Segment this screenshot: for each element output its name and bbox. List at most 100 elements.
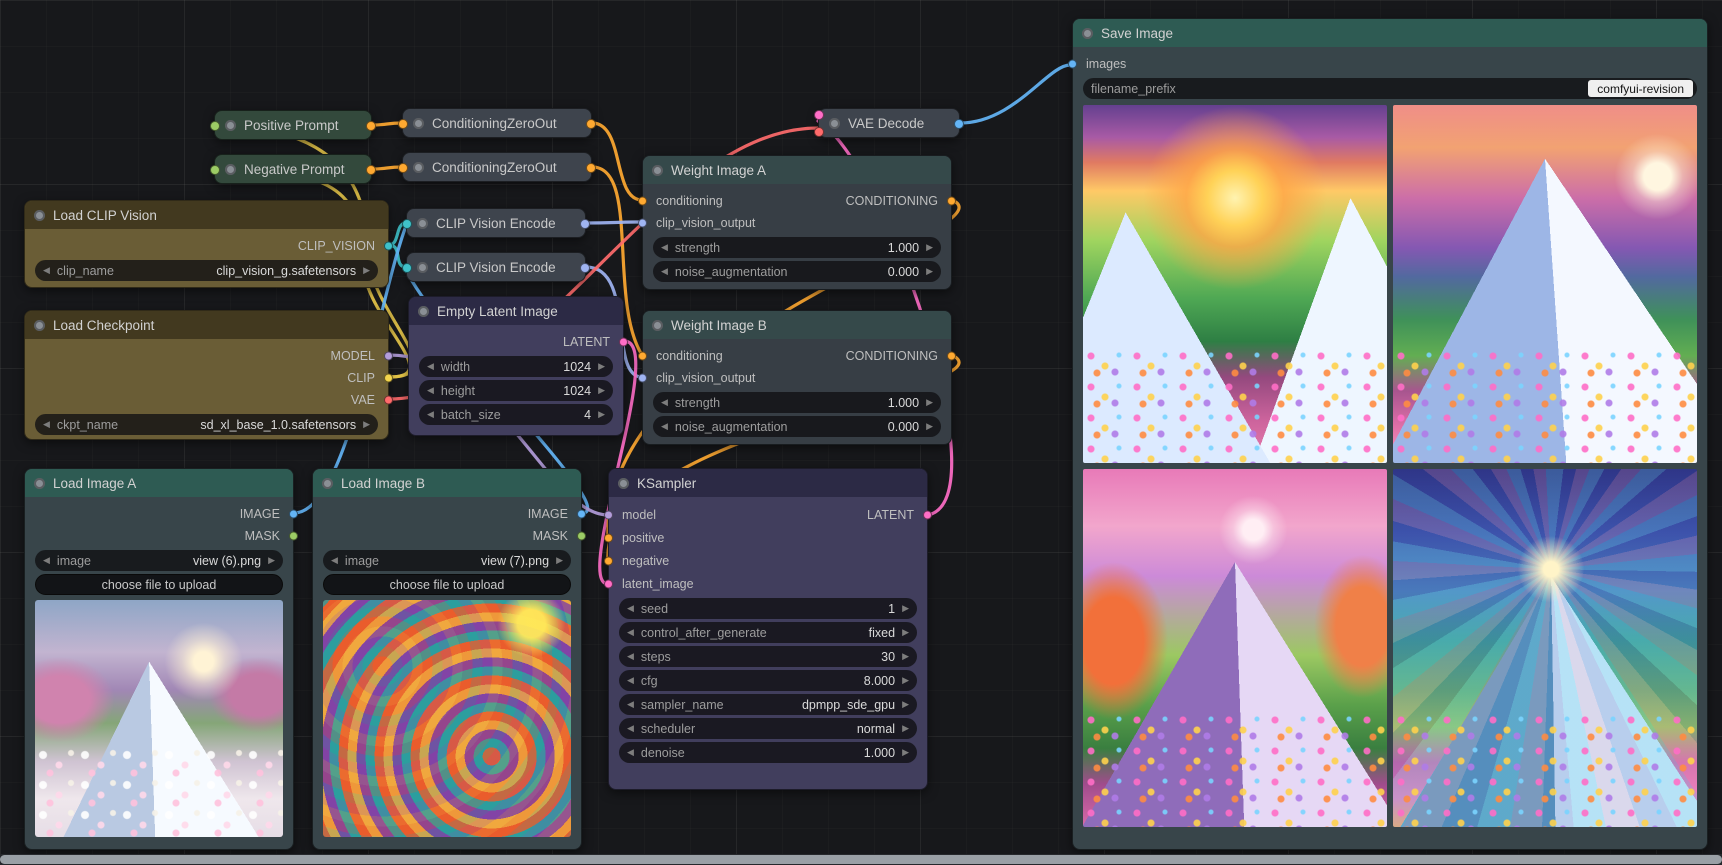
denoise-widget[interactable]: ◀ denoise 1.000 ▶ [619,742,917,763]
height-widget[interactable]: ◀ height 1024 ▶ [419,380,613,401]
collapse-dot-icon[interactable] [34,320,45,331]
node-header[interactable]: Load Image A [25,469,293,497]
collapse-dot-icon[interactable] [652,320,663,331]
clip-input-dot[interactable] [210,121,220,131]
increment-arrow-icon[interactable]: ▶ [926,398,933,407]
clip-output-dot[interactable] [384,374,393,383]
decrement-arrow-icon[interactable]: ◀ [661,243,668,252]
node-ksampler[interactable]: KSampler model LATENT positive negative … [608,468,928,790]
input-slot-latent-image[interactable]: latent_image [609,572,927,595]
decrement-arrow-icon[interactable]: ◀ [427,410,434,419]
conditioning-output-dot[interactable] [366,165,376,175]
increment-arrow-icon[interactable]: ▶ [926,267,933,276]
collapse-dot-icon[interactable] [34,478,45,489]
seed-widget[interactable]: ◀ seed 1 ▶ [619,598,917,619]
noise-augmentation-widget[interactable]: ◀ noise_augmentation 0.000 ▶ [653,416,941,437]
increment-arrow-icon[interactable]: ▶ [926,243,933,252]
output-slot-clip-vision[interactable]: CLIP_VISION [25,235,388,257]
samples-input-dot[interactable] [814,110,824,120]
node-weight-image-a[interactable]: Weight Image A conditioning CONDITIONING… [642,155,952,290]
clip-vision-input-dot[interactable] [402,219,412,229]
increment-arrow-icon[interactable]: ▶ [902,604,909,613]
decrement-arrow-icon[interactable]: ◀ [627,604,634,613]
node-clip-vision-encode-1[interactable]: CLIP Vision Encode [406,208,586,238]
slot-row-conditioning[interactable]: conditioning CONDITIONING [643,345,951,367]
conditioning-input-dot[interactable] [398,163,408,173]
increment-arrow-icon[interactable]: ▶ [926,422,933,431]
node-clip-vision-encode-2[interactable]: CLIP Vision Encode [406,252,586,282]
decrement-arrow-icon[interactable]: ◀ [331,556,338,565]
positive-input-dot[interactable] [604,533,613,542]
input-slot-clip-vision-output[interactable]: clip_vision_output [643,367,951,389]
decrement-arrow-icon[interactable]: ◀ [661,267,668,276]
increment-arrow-icon[interactable]: ▶ [902,628,909,637]
collapse-dot-icon[interactable] [417,262,428,273]
decrement-arrow-icon[interactable]: ◀ [627,652,634,661]
input-slot-negative[interactable]: negative [609,549,927,572]
increment-arrow-icon[interactable]: ▶ [268,556,275,565]
collapse-dot-icon[interactable] [413,162,424,173]
node-header[interactable]: Empty Latent Image [409,297,623,325]
decrement-arrow-icon[interactable]: ◀ [427,386,434,395]
increment-arrow-icon[interactable]: ▶ [598,386,605,395]
input-slot-clip-vision-output[interactable]: clip_vision_output [643,212,951,234]
node-header[interactable]: KSampler [609,469,927,497]
node-header[interactable]: Save Image [1073,19,1707,47]
increment-arrow-icon[interactable]: ▶ [598,410,605,419]
node-load-checkpoint[interactable]: Load Checkpoint MODEL CLIP VAE ◀ ckpt_na… [24,310,389,440]
decrement-arrow-icon[interactable]: ◀ [627,700,634,709]
negative-input-dot[interactable] [604,556,613,565]
increment-arrow-icon[interactable]: ▶ [902,700,909,709]
clip-name-widget[interactable]: ◀ clip_name clip_vision_g.safetensors ▶ [35,260,378,281]
decrement-arrow-icon[interactable]: ◀ [627,676,634,685]
sampler-name-widget[interactable]: ◀ sampler_name dpmpp_sde_gpu ▶ [619,694,917,715]
slot-row-model[interactable]: model LATENT [609,503,927,526]
latent-output-dot[interactable] [923,510,932,519]
output-slot-image[interactable]: IMAGE [313,503,581,525]
images-input-dot[interactable] [1068,60,1077,69]
clip-vision-output-dot[interactable] [384,242,393,251]
collapse-dot-icon[interactable] [322,478,333,489]
increment-arrow-icon[interactable]: ▶ [556,556,563,565]
input-slot-positive[interactable]: positive [609,526,927,549]
scheduler-widget[interactable]: ◀ scheduler normal ▶ [619,718,917,739]
decrement-arrow-icon[interactable]: ◀ [627,748,634,757]
conditioning-output-dot[interactable] [947,197,956,206]
clip-input-dot[interactable] [210,165,220,175]
clip-vision-output-dot[interactable] [580,263,590,273]
node-weight-image-b[interactable]: Weight Image B conditioning CONDITIONING… [642,310,952,445]
collapse-dot-icon[interactable] [417,218,428,229]
image-output-dot[interactable] [577,510,586,519]
conditioning-output-dot[interactable] [586,163,596,173]
node-empty-latent-image[interactable]: Empty Latent Image LATENT ◀ width 1024 ▶… [408,296,624,436]
mask-output-dot[interactable] [577,532,586,541]
noise-augmentation-widget[interactable]: ◀ noise_augmentation 0.000 ▶ [653,261,941,282]
collapse-dot-icon[interactable] [1082,28,1093,39]
conditioning-output-dot[interactable] [586,119,596,129]
decrement-arrow-icon[interactable]: ◀ [43,266,50,275]
increment-arrow-icon[interactable]: ▶ [902,652,909,661]
increment-arrow-icon[interactable]: ▶ [363,266,370,275]
strength-widget[interactable]: ◀ strength 1.000 ▶ [653,237,941,258]
strength-widget[interactable]: ◀ strength 1.000 ▶ [653,392,941,413]
node-header[interactable]: Weight Image B [643,311,951,339]
collapse-dot-icon[interactable] [413,118,424,129]
output-slot-model[interactable]: MODEL [25,345,388,367]
generated-image-4[interactable] [1393,469,1697,827]
collapse-dot-icon[interactable] [225,120,236,131]
node-header[interactable]: Load Checkpoint [25,311,388,339]
filename-prefix-widget[interactable]: filename_prefix comfyui-revision [1083,78,1697,99]
node-load-clip-vision[interactable]: Load CLIP Vision CLIP_VISION ◀ clip_name… [24,200,389,288]
choose-file-button[interactable]: choose file to upload [323,574,571,595]
steps-widget[interactable]: ◀ steps 30 ▶ [619,646,917,667]
clip-vision-output-input-dot[interactable] [638,374,647,383]
image-output-dot[interactable] [954,119,964,129]
decrement-arrow-icon[interactable]: ◀ [627,628,634,637]
node-header[interactable]: Weight Image A [643,156,951,184]
generated-image-3[interactable] [1083,469,1387,827]
output-slot-image[interactable]: IMAGE [25,503,293,525]
conditioning-output-dot[interactable] [366,121,376,131]
conditioning-input-dot[interactable] [398,119,408,129]
conditioning-input-dot[interactable] [638,352,647,361]
input-slot-images[interactable]: images [1073,53,1707,75]
